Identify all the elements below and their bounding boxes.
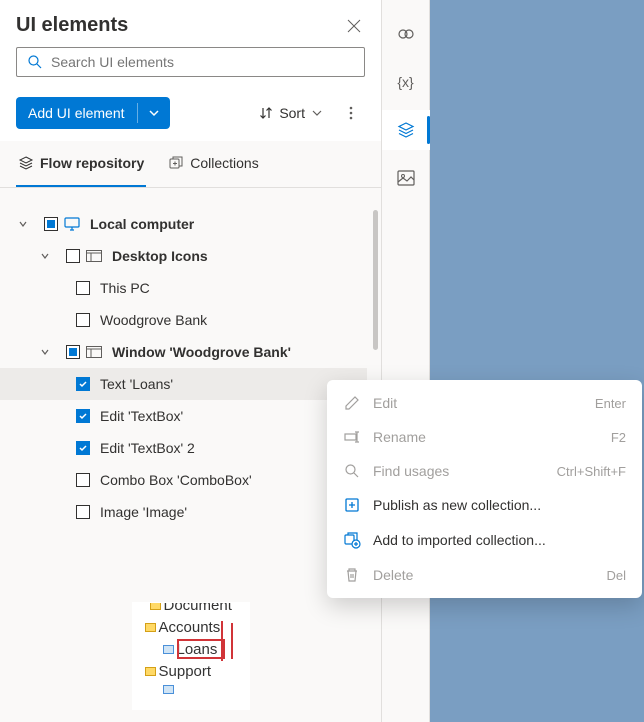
more-vertical-icon xyxy=(343,105,359,121)
sort-icon xyxy=(259,106,273,120)
tree-node-image[interactable]: Image 'Image' xyxy=(0,496,367,528)
checkbox[interactable] xyxy=(76,473,90,487)
side-rail: {x} xyxy=(382,0,430,722)
search-box[interactable] xyxy=(16,47,365,77)
close-button[interactable] xyxy=(343,15,365,37)
checkbox[interactable] xyxy=(76,313,90,327)
window-icon xyxy=(86,250,102,262)
variables-icon: {x} xyxy=(397,74,413,90)
chevron-down-icon xyxy=(40,347,50,357)
menu-item-publish-collection[interactable]: Publish as new collection... xyxy=(327,488,642,522)
tab-flow-repository[interactable]: Flow repository xyxy=(16,141,146,187)
rail-copilot[interactable] xyxy=(382,14,430,54)
scrollbar-thumb[interactable] xyxy=(373,210,378,350)
rail-variables[interactable]: {x} xyxy=(382,62,430,102)
menu-item-add-to-imported[interactable]: Add to imported collection... xyxy=(327,522,642,558)
checkbox[interactable] xyxy=(76,377,90,391)
menu-item-rename[interactable]: Rename F2 xyxy=(327,420,642,454)
tree-node-combo-box[interactable]: Combo Box 'ComboBox' xyxy=(0,464,367,496)
ui-elements-panel: UI elements Add UI element xyxy=(0,0,382,722)
canvas-background xyxy=(430,0,644,722)
tree-node-woodgrove-bank[interactable]: Woodgrove Bank xyxy=(0,304,367,336)
add-collection-icon xyxy=(344,497,360,513)
tree-node-desktop-icons[interactable]: Desktop Icons xyxy=(0,240,367,272)
tree-node-text-loans[interactable]: Text 'Loans' xyxy=(0,368,367,400)
search-icon xyxy=(344,463,360,479)
tree-view: Local computer Desktop Icons This PC Woo… xyxy=(0,188,381,602)
delete-icon xyxy=(344,567,360,583)
sort-button[interactable]: Sort xyxy=(253,99,329,127)
more-options-button[interactable] xyxy=(337,99,365,127)
checkbox[interactable] xyxy=(76,281,90,295)
chevron-down-icon xyxy=(40,251,50,261)
tree-node-local-computer[interactable]: Local computer xyxy=(0,208,367,240)
search-input[interactable] xyxy=(51,54,354,70)
element-preview: Document Accounts Loans Support xyxy=(0,602,381,722)
checkbox[interactable] xyxy=(76,441,90,455)
window-icon xyxy=(86,346,102,358)
context-menu: Edit Enter Rename F2 Find usages Ctrl+Sh… xyxy=(327,380,642,598)
tabs: Flow repository Collections xyxy=(0,141,381,188)
collections-icon xyxy=(168,155,184,171)
rail-ui-elements[interactable] xyxy=(382,110,430,150)
tree-node-this-pc[interactable]: This PC xyxy=(0,272,367,304)
add-ui-element-button[interactable]: Add UI element xyxy=(16,97,170,129)
menu-item-edit[interactable]: Edit Enter xyxy=(327,386,642,420)
rail-images[interactable] xyxy=(382,158,430,198)
add-ui-element-dropdown[interactable] xyxy=(138,99,170,127)
edit-icon xyxy=(344,395,360,411)
layers-icon xyxy=(397,121,415,139)
menu-item-delete[interactable]: Delete Del xyxy=(327,558,642,592)
tab-collections[interactable]: Collections xyxy=(166,141,260,187)
copilot-icon xyxy=(397,25,415,43)
preview-thumbnail: Document Accounts Loans Support xyxy=(132,602,250,710)
search-icon xyxy=(27,54,43,70)
checkbox[interactable] xyxy=(66,345,80,359)
tree-node-edit-textbox-2[interactable]: Edit 'TextBox' 2 xyxy=(0,432,367,464)
checkbox[interactable] xyxy=(76,409,90,423)
chevron-down-icon xyxy=(311,107,323,119)
tree-node-edit-textbox[interactable]: Edit 'TextBox' xyxy=(0,400,367,432)
chevron-down-icon xyxy=(148,107,160,119)
checkbox[interactable] xyxy=(76,505,90,519)
checkbox[interactable] xyxy=(66,249,80,263)
image-icon xyxy=(397,170,415,186)
close-icon xyxy=(347,19,361,33)
tree-node-window-woodgrove[interactable]: Window 'Woodgrove Bank' xyxy=(0,336,367,368)
rename-icon xyxy=(344,429,360,445)
chevron-down-icon xyxy=(18,219,28,229)
monitor-icon xyxy=(64,217,80,231)
page-title: UI elements xyxy=(16,14,128,37)
import-collection-icon xyxy=(343,531,361,549)
menu-item-find-usages[interactable]: Find usages Ctrl+Shift+F xyxy=(327,454,642,488)
layers-icon xyxy=(18,155,34,171)
checkbox[interactable] xyxy=(44,217,58,231)
